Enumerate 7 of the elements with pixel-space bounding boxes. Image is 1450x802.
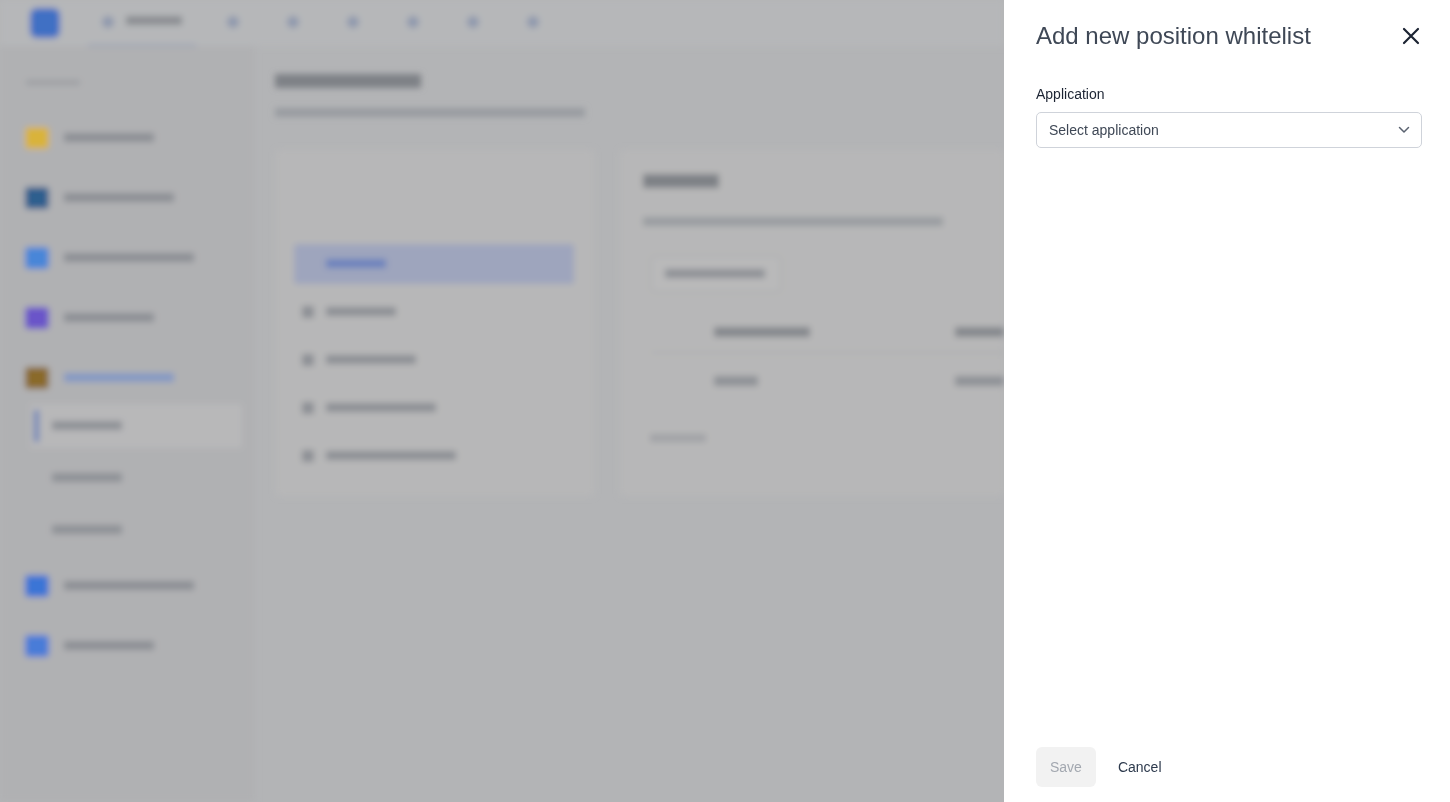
field-label: Application [1036,86,1106,102]
drawer-title: Add new position whitelist [1036,22,1311,50]
cancel-button[interactable]: Cancel [1103,747,1176,787]
close-icon [1402,27,1420,45]
chevron-down-icon [1398,126,1410,134]
close-button[interactable] [1400,25,1422,47]
application-select[interactable]: Select application [1036,112,1422,148]
